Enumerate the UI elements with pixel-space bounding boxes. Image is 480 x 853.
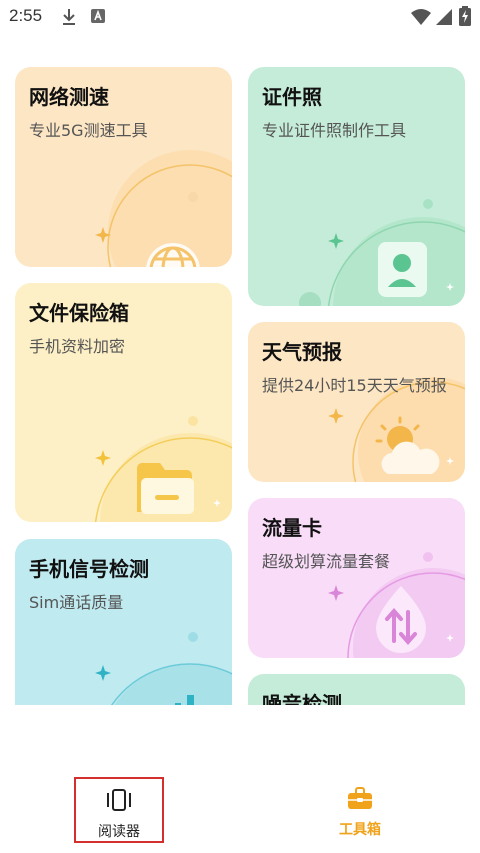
card-subtitle: 专业证件照制作工具 (262, 121, 407, 140)
wifi-icon (411, 9, 431, 25)
card-subtitle: 专业5G测速工具 (29, 121, 148, 140)
card-file-safe[interactable]: 文件保险箱 手机资料加密 (15, 283, 232, 522)
nav-reader-label: 阅读器 (98, 824, 140, 840)
card-signal[interactable]: 手机信号检测 Sim通话质量 (15, 539, 232, 705)
card-id-photo[interactable]: 证件照 专业证件照制作工具 (248, 67, 465, 306)
card-subtitle: 手机资料加密 (29, 337, 126, 356)
toolbox-icon (348, 787, 372, 809)
nav-toolbox-label: 工具箱 (339, 822, 381, 838)
card-title: 流量卡 (262, 516, 322, 540)
card-subtitle: 超级划算流量套餐 (262, 552, 391, 571)
card-title: 网络测速 (29, 85, 109, 109)
card-title: 手机信号检测 (29, 557, 149, 581)
signal-icon (436, 9, 452, 25)
status-bar: 2:55 (0, 0, 480, 34)
card-title: 天气预报 (262, 340, 342, 364)
battery-charging-icon (459, 6, 471, 26)
nav-reader[interactable]: 阅读器 (74, 777, 164, 843)
app-a-icon (91, 9, 105, 23)
status-time: 2:55 (9, 6, 43, 25)
card-noise[interactable]: 噪音检测 (248, 674, 465, 705)
card-weather[interactable]: 天气预报 提供24小时15天天气预报 (248, 322, 465, 482)
nav-toolbox[interactable]: 工具箱 (315, 777, 405, 843)
card-title: 文件保险箱 (29, 301, 129, 325)
card-title: 证件照 (262, 85, 322, 109)
download-icon (63, 9, 75, 25)
card-subtitle: Sim通话质量 (29, 593, 124, 612)
card-title: 噪音检测 (262, 692, 342, 705)
card-data-plan[interactable]: 流量卡 超级划算流量套餐 (248, 498, 465, 658)
tool-grid[interactable]: 网络测速 专业5G测速工具 证件照 专业证件照制作工具 文件保险箱 手机资料加密… (0, 34, 480, 705)
reader-icon (107, 789, 131, 811)
bottom-nav: 阅读器 工具箱 (0, 772, 480, 853)
card-subtitle: 提供24小时15天天气预报 (262, 376, 447, 395)
card-speed-test[interactable]: 网络测速 专业5G测速工具 (15, 67, 232, 267)
